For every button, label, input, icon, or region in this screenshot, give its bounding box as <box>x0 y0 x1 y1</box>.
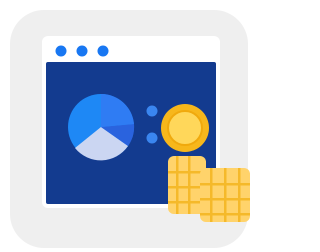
window-dot <box>97 45 109 57</box>
window-dot <box>76 45 88 57</box>
window-dot <box>55 45 67 57</box>
pie-chart-icon <box>68 93 135 161</box>
finance-dashboard-icon <box>42 36 250 222</box>
coin-icon <box>161 104 209 152</box>
app-icon-canvas <box>0 0 252 252</box>
indicator-dot <box>146 105 158 117</box>
indicator-dot <box>146 132 158 144</box>
